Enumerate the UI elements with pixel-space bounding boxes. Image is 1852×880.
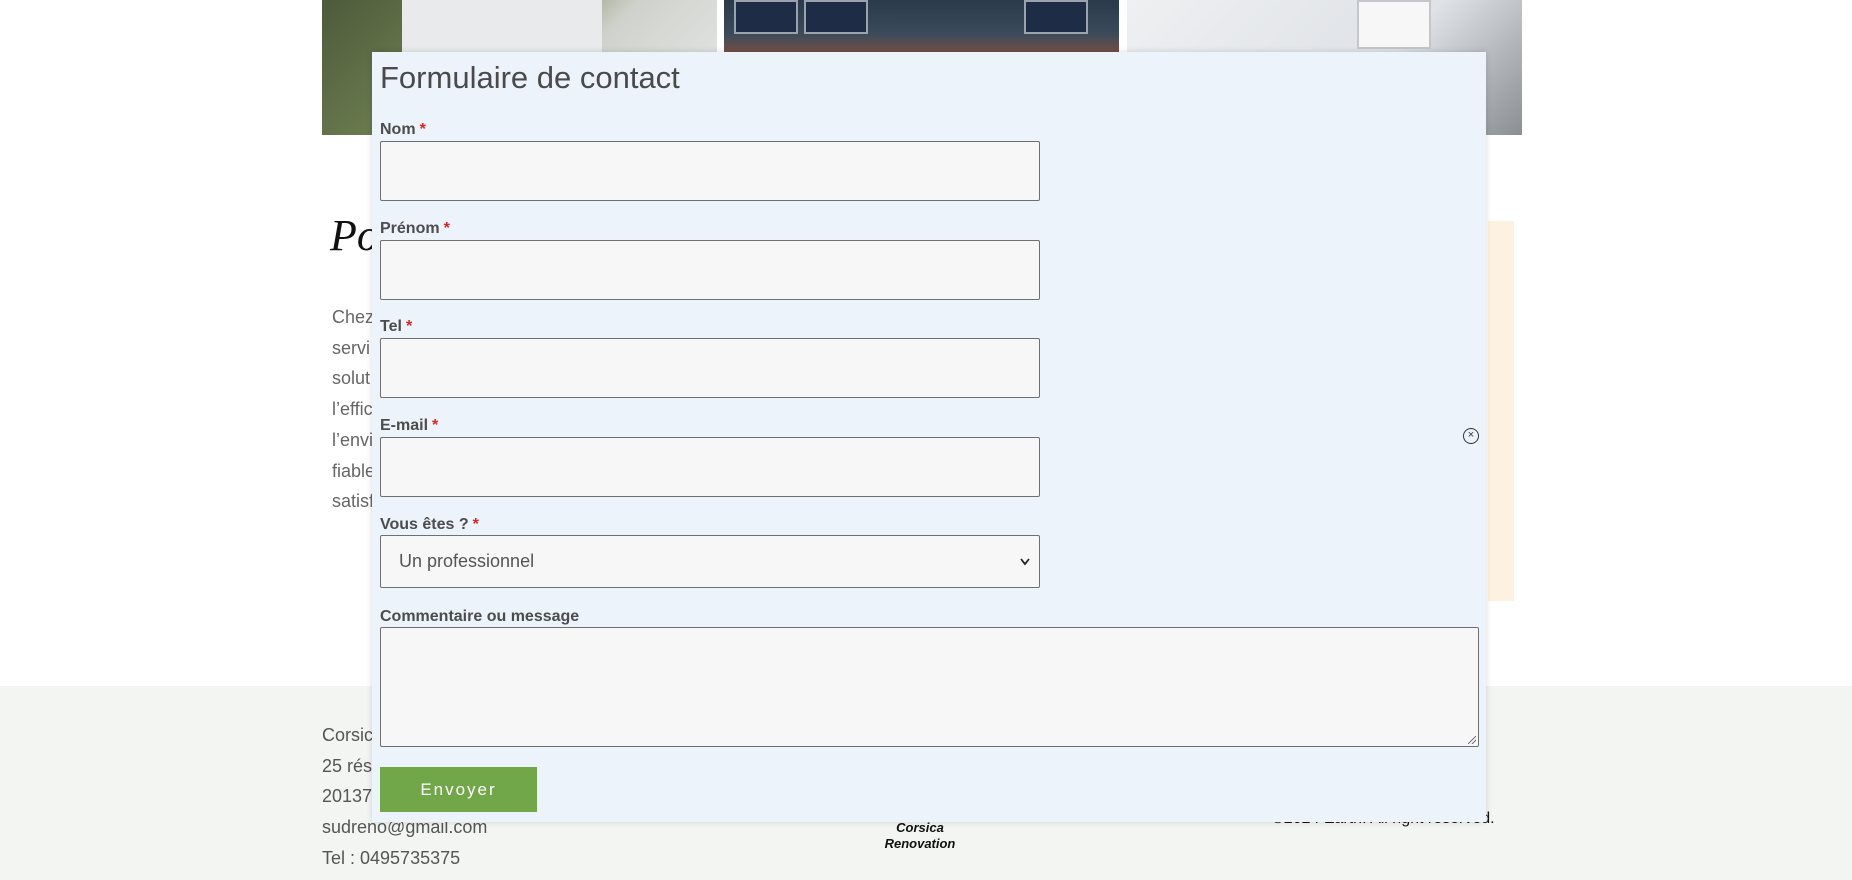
type-label: Vous êtes ? * (380, 516, 479, 534)
prenom-label: Prénom * (380, 220, 450, 238)
label-text: E-mail (380, 417, 429, 434)
label-text: Prénom (380, 220, 440, 237)
label-text: Vous êtes ? (380, 516, 469, 533)
required-mark: * (443, 220, 450, 237)
required-mark: * (432, 417, 439, 434)
footer-phone[interactable]: Tel : 0495735375 (322, 843, 487, 874)
required-mark: * (405, 318, 413, 335)
type-select-value: Un professionnel (399, 551, 535, 571)
close-icon[interactable]: × (1463, 428, 1479, 444)
type-select[interactable]: Un professionnel (380, 535, 1040, 588)
email-label: E-mail * (380, 417, 438, 435)
tel-label: Tel * (380, 318, 412, 336)
info-box (1488, 221, 1514, 601)
label-text: Tel (380, 318, 402, 335)
message-textarea[interactable] (380, 627, 1479, 747)
solar-panel (734, 0, 798, 34)
email-input[interactable] (380, 437, 1040, 497)
logo-text-line: Corsica (896, 820, 944, 835)
modal-title: Formulaire de contact (380, 60, 680, 95)
label-text: Nom (380, 121, 416, 138)
nom-label: Nom * (380, 121, 426, 139)
contact-form-modal: Formulaire de contact Nom * Prénom * Tel * … (372, 52, 1486, 822)
required-mark: * (472, 516, 479, 533)
submit-button[interactable]: Envoyer (380, 767, 537, 812)
prenom-input[interactable] (380, 240, 1040, 300)
solar-panel (804, 0, 868, 34)
tel-input[interactable] (380, 338, 1040, 398)
label-text: Commentaire ou message (380, 608, 580, 625)
message-label: Commentaire ou message (380, 608, 579, 626)
logo-text-line: Renovation (884, 836, 956, 851)
footer-logo: Corsica Renovation (880, 820, 960, 852)
chevron-down-icon (1019, 536, 1031, 608)
solar-panel (1024, 0, 1088, 34)
house-door (1357, 0, 1431, 49)
nom-input[interactable] (380, 141, 1040, 201)
required-mark: * (419, 121, 426, 138)
resize-handle[interactable] (1468, 736, 1476, 744)
